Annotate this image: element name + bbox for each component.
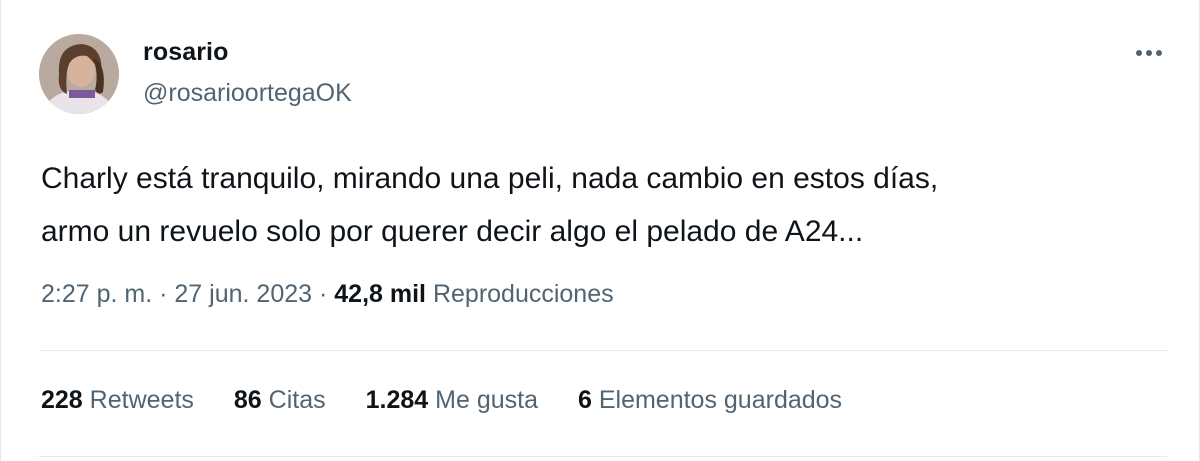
meta-separator: · <box>318 280 328 308</box>
author-name[interactable]: rosario <box>143 38 228 67</box>
tweet-text-line: Charly está tranquilo, mirando una peli,… <box>41 162 939 195</box>
author-handle[interactable]: @rosarioortegaOK <box>143 79 352 108</box>
stat-label: Elementos guardados <box>598 386 843 414</box>
stat-likes[interactable]: 1.284 Me gusta <box>366 386 538 415</box>
stat-label: Citas <box>268 386 326 414</box>
avatar[interactable] <box>39 34 119 114</box>
stat-count: 86 <box>233 386 262 414</box>
tweet-meta: 2:27 p. m. · 27 jun. 2023 · 42,8 mil Rep… <box>41 280 614 309</box>
more-options-icon-dot <box>1146 50 1152 56</box>
stat-quotes[interactable]: 86 Citas <box>234 386 326 415</box>
tweet-time[interactable]: 2:27 p. m. <box>41 280 152 308</box>
avatar-image <box>39 34 119 114</box>
divider <box>39 456 1167 457</box>
stat-label: Me gusta <box>435 386 538 414</box>
divider <box>39 350 1167 351</box>
views-count: 42,8 mil <box>334 280 426 308</box>
stat-count: 228 <box>41 386 83 414</box>
tweet-stats: 228 Retweets 86 Citas 1.284 Me gusta 6 E… <box>41 386 842 415</box>
more-options-icon <box>1136 50 1142 56</box>
stat-retweets[interactable]: 228 Retweets <box>41 386 194 415</box>
tweet-text: Charly está tranquilo, mirando una peli,… <box>41 152 1141 258</box>
tweet-date[interactable]: 27 jun. 2023 <box>174 280 312 308</box>
stat-count: 1.284 <box>365 386 429 414</box>
views-label: Reproducciones <box>432 280 614 308</box>
tweet-card: rosario @rosarioortegaOK Charly está tra… <box>0 0 1200 461</box>
tweet-text-line: armo un revuelo solo por querer decir al… <box>41 215 864 248</box>
stat-count: 6 <box>577 386 592 414</box>
meta-separator: · <box>159 280 168 308</box>
stat-label: Retweets <box>89 386 194 414</box>
stat-bookmarks[interactable]: 6 Elementos guardados <box>578 386 842 415</box>
more-options-icon-dot <box>1156 50 1162 56</box>
more-options-button[interactable] <box>1129 38 1169 68</box>
